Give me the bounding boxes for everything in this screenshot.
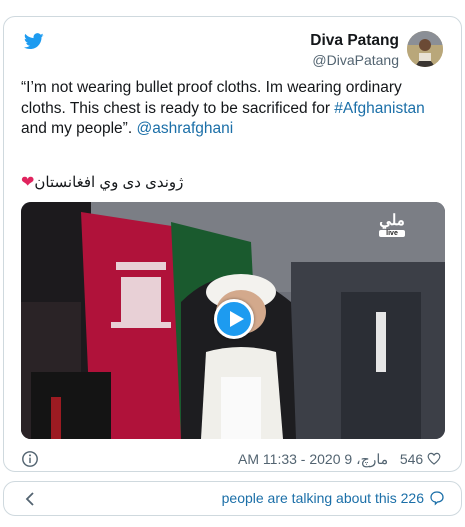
chevron-left-icon[interactable] — [24, 491, 36, 507]
tweet-meta: 546 مارچ، 9 2020 - AM 11:33 — [238, 451, 445, 468]
info-icon[interactable] — [21, 450, 39, 468]
pashto-line: ژوندی دی وي افغانستان❤ — [21, 172, 191, 192]
channel-logo: ملي live — [379, 212, 405, 237]
conversation-bar[interactable]: people are talking about this 226 — [3, 481, 462, 516]
timestamp[interactable]: مارچ، 9 2020 - AM 11:33 — [238, 451, 388, 467]
author-names[interactable]: Diva Patang @DivaPatang — [310, 31, 399, 69]
mention-link[interactable]: @ashrafghani — [136, 120, 233, 137]
red-heart-emoji-icon: ❤ — [21, 174, 35, 191]
like-count-group[interactable]: 546 — [400, 451, 445, 467]
heart-outline-icon[interactable] — [427, 452, 441, 465]
tweet-card[interactable]: Diva Patang @DivaPatang “I’m not wearing… — [3, 16, 462, 472]
avatar[interactable] — [407, 31, 443, 67]
author-handle[interactable]: @DivaPatang — [310, 51, 399, 69]
talking-label[interactable]: people are talking about this 226 — [222, 490, 424, 506]
twitter-bird-icon[interactable] — [24, 33, 44, 50]
pashto-text: ژوندی دی وي افغانستان — [34, 174, 184, 191]
avatar-photo — [407, 31, 443, 67]
hashtag-link[interactable]: #Afghanistan — [334, 100, 425, 117]
video-player[interactable]: ملي live — [21, 202, 445, 439]
play-button[interactable] — [214, 299, 254, 339]
tweet-text: “I’m not wearing bullet proof cloths. Im… — [21, 78, 446, 140]
tweet-footer: 546 مارچ، 9 2020 - AM 11:33 — [21, 450, 445, 470]
like-count[interactable]: 546 — [400, 451, 423, 467]
author-name[interactable]: Diva Patang — [310, 31, 399, 51]
channel-logo-text: ملي — [379, 212, 405, 229]
tweet-text-part2: and my people”. — [21, 120, 137, 137]
speech-bubble-icon[interactable] — [429, 490, 445, 506]
live-badge: live — [379, 230, 405, 237]
talking-link[interactable]: people are talking about this 226 — [222, 490, 445, 506]
